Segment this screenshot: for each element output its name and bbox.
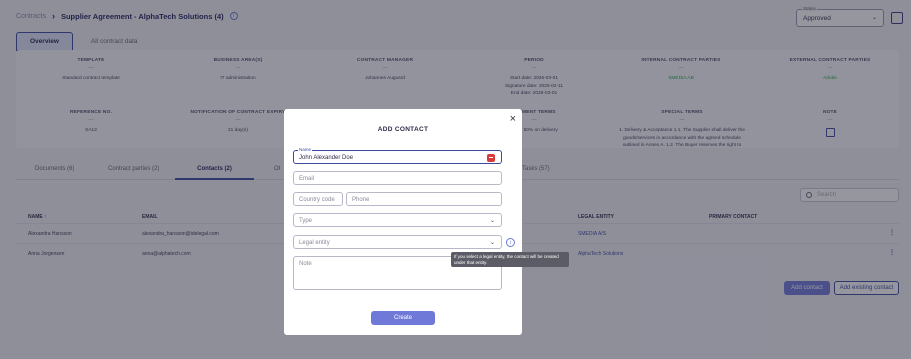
country-code-placeholder: Country code xyxy=(299,196,335,203)
type-placeholder: Type xyxy=(299,217,313,224)
legal-entity-select[interactable]: Legal entity ⌄ xyxy=(293,235,502,249)
note-placeholder: Note xyxy=(299,260,312,267)
legal-entity-placeholder: Legal entity xyxy=(299,239,330,246)
dialog-title: ADD CONTACT xyxy=(377,126,429,133)
email-placeholder: Email xyxy=(299,175,315,182)
name-value: John Alexander Doe xyxy=(299,154,354,161)
type-select[interactable]: Type ⌄ xyxy=(293,213,502,227)
email-field[interactable]: Email xyxy=(293,171,502,185)
phone-field[interactable]: Phone xyxy=(346,192,502,206)
legal-entity-tooltip: If you select a legal entity, the contac… xyxy=(451,252,569,267)
name-label: Name xyxy=(298,147,313,152)
create-button[interactable]: Create xyxy=(371,311,435,325)
clear-icon[interactable] xyxy=(487,153,495,162)
close-icon[interactable]: × xyxy=(510,113,516,125)
chevron-down-icon: ⌄ xyxy=(489,217,495,224)
country-code-field[interactable]: Country code xyxy=(293,192,343,206)
chevron-down-icon: ⌄ xyxy=(489,239,495,246)
info-icon[interactable]: i xyxy=(506,238,515,247)
add-contact-dialog: ADD CONTACT × Name John Alexander Doe Em… xyxy=(284,109,522,335)
name-field[interactable]: Name John Alexander Doe xyxy=(293,147,502,164)
phone-placeholder: Phone xyxy=(352,196,370,203)
